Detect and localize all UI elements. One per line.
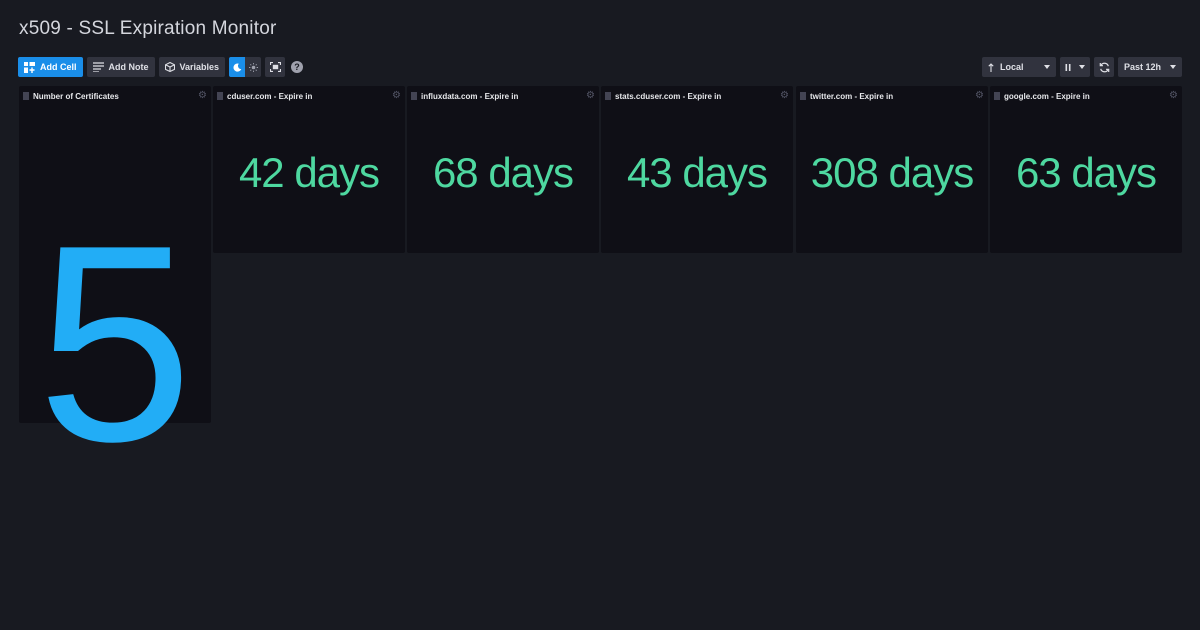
- cube-icon: [164, 62, 175, 72]
- drag-handle-icon[interactable]: [605, 92, 611, 100]
- chevron-down-icon: [1079, 65, 1085, 69]
- gear-icon[interactable]: ⚙: [780, 91, 789, 101]
- dashboard-toolbar: Add Cell Add Note Variables ?: [18, 57, 304, 77]
- add-cell-button[interactable]: Add Cell: [18, 57, 83, 77]
- gear-icon[interactable]: ⚙: [975, 91, 984, 101]
- time-range-dropdown[interactable]: Past 12h: [1118, 57, 1182, 77]
- cell-influxdata-expire[interactable]: influxdata.com - Expire in ⚙ 68 days: [407, 86, 599, 253]
- help-icon[interactable]: ?: [291, 61, 304, 73]
- cell-stats-cduser-expire[interactable]: stats.cduser.com - Expire in ⚙ 43 days: [601, 86, 793, 253]
- cell-title: Number of Certificates: [33, 91, 119, 101]
- cell-header: twitter.com - Expire in ⚙: [800, 90, 984, 102]
- single-stat-value: 63 days: [1015, 149, 1157, 196]
- cell-title: google.com - Expire in: [1004, 91, 1090, 101]
- drag-handle-icon[interactable]: [800, 92, 806, 100]
- drag-handle-icon[interactable]: [217, 92, 223, 100]
- cell-header: influxdata.com - Expire in ⚙: [411, 90, 595, 102]
- add-note-label: Add Note: [108, 62, 149, 72]
- cell-title: cduser.com - Expire in: [227, 91, 313, 101]
- cell-title: stats.cduser.com - Expire in: [615, 91, 722, 101]
- add-note-button[interactable]: Add Note: [86, 57, 155, 77]
- sun-icon: [248, 62, 258, 72]
- cell-header: google.com - Expire in ⚙: [994, 90, 1178, 102]
- timezone-label: Local: [1000, 62, 1024, 72]
- single-stat-value: 5: [37, 188, 193, 500]
- cell-cduser-expire[interactable]: cduser.com - Expire in ⚙ 42 days: [213, 86, 405, 253]
- cell-twitter-expire[interactable]: twitter.com - Expire in ⚙ 308 days: [796, 86, 988, 253]
- gear-icon[interactable]: ⚙: [586, 91, 595, 101]
- drag-handle-icon[interactable]: [994, 92, 1000, 100]
- gear-icon[interactable]: ⚙: [1169, 91, 1178, 101]
- theme-toggle: [229, 57, 262, 77]
- single-stat-value: 68 days: [432, 149, 574, 196]
- timezone-selected: Local: [988, 62, 1024, 72]
- refresh-interval-dropdown[interactable]: [1060, 57, 1090, 77]
- cell-header: stats.cduser.com - Expire in ⚙: [605, 90, 789, 102]
- drag-handle-icon[interactable]: [23, 92, 29, 100]
- timezone-dropdown[interactable]: Local: [982, 57, 1056, 77]
- cell-title: influxdata.com - Expire in: [421, 91, 519, 101]
- note-icon: [92, 62, 104, 72]
- gear-icon[interactable]: ⚙: [198, 91, 207, 101]
- add-cell-label: Add Cell: [40, 62, 77, 72]
- variables-label: Variables: [179, 62, 220, 72]
- time-controls: Local Past 12h: [982, 57, 1182, 77]
- chevron-down-icon: [1044, 65, 1050, 69]
- light-mode-button[interactable]: [245, 57, 261, 77]
- refresh-button[interactable]: [1094, 57, 1114, 77]
- cell-header: cduser.com - Expire in ⚙: [217, 90, 401, 102]
- refresh-icon: [1099, 62, 1109, 72]
- chevron-down-icon: [1170, 65, 1176, 69]
- cell-number-of-certificates[interactable]: Number of Certificates ⚙ 5: [19, 86, 211, 484]
- single-stat-value: 308 days: [810, 149, 974, 196]
- cell-header: Number of Certificates ⚙: [23, 90, 207, 102]
- moon-icon: [233, 63, 241, 72]
- gear-icon[interactable]: ⚙: [392, 91, 401, 101]
- pause-icon: [1065, 63, 1071, 71]
- dark-mode-button[interactable]: [229, 57, 246, 77]
- dashboard-title: x509 - SSL Expiration Monitor: [19, 18, 277, 39]
- variables-button[interactable]: Variables: [158, 57, 226, 77]
- cell-google-expire[interactable]: google.com - Expire in ⚙ 63 days: [990, 86, 1182, 253]
- arrow-up-icon: [988, 62, 994, 72]
- drag-handle-icon[interactable]: [411, 92, 417, 100]
- cell-title: twitter.com - Expire in: [810, 91, 894, 101]
- expand-icon: [269, 62, 281, 72]
- single-stat-value: 42 days: [238, 149, 380, 196]
- add-cell-icon: [24, 61, 35, 73]
- presentation-mode-button[interactable]: [265, 57, 286, 77]
- time-range-label: Past 12h: [1124, 62, 1162, 72]
- single-stat-value: 43 days: [626, 149, 768, 196]
